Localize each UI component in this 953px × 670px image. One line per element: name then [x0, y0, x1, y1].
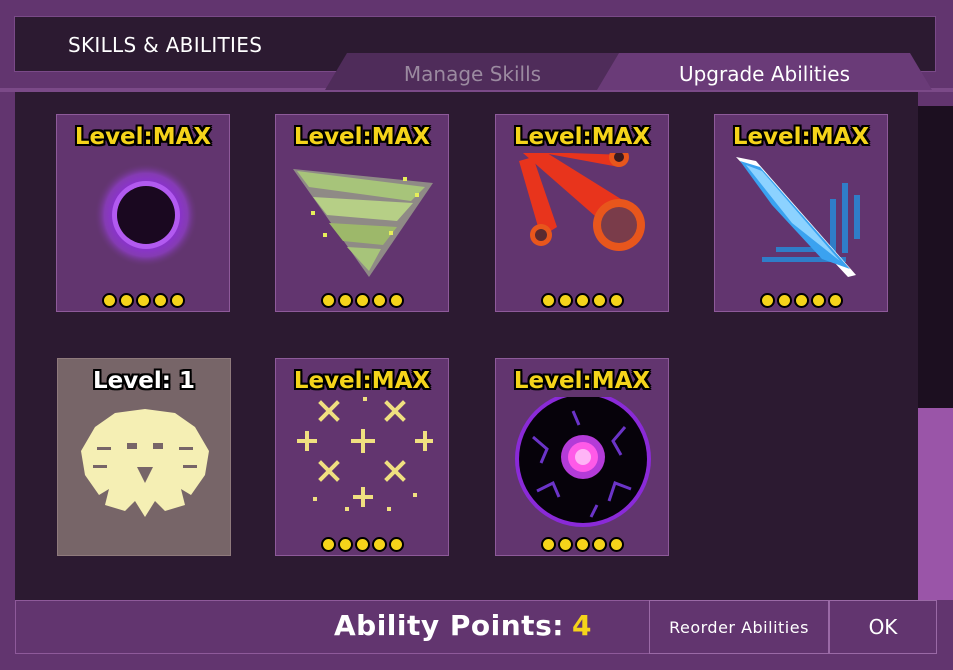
level-pip [574, 537, 590, 552]
ability-card-1[interactable]: Level:MAX [56, 114, 230, 312]
level-pip [354, 537, 370, 552]
tab-manage-skills[interactable]: Manage Skills [325, 53, 620, 90]
level-pip [135, 293, 151, 308]
screen-title: SKILLS & ABILITIES [68, 33, 263, 57]
level-pip [371, 293, 387, 308]
void-orb-icon [94, 163, 198, 267]
level-pip [371, 537, 387, 552]
level-pip [320, 293, 336, 308]
ability-level: Level:MAX [513, 124, 651, 150]
level-pip [354, 293, 370, 308]
skills-screen: SKILLS & ABILITIES Manage Skills Upgrade… [0, 0, 953, 670]
level-pip [557, 537, 573, 552]
ability-level: Level:MAX [513, 368, 651, 394]
meteor-icon [519, 153, 645, 251]
level-pip [574, 293, 590, 308]
level-pip [388, 293, 404, 308]
level-pip [337, 293, 353, 308]
ability-card-4[interactable]: Level:MAX [714, 114, 888, 312]
ability-points: Ability Points: 4 [334, 609, 592, 642]
whirlwind-icon [293, 169, 433, 277]
tab-upgrade-abilities[interactable]: Upgrade Abilities [597, 53, 932, 90]
ability-level: Level:MAX [293, 124, 431, 150]
level-pip [759, 293, 775, 308]
level-pips [57, 293, 229, 308]
dark-sphere-icon [515, 397, 651, 527]
level-pip [388, 537, 404, 552]
ability-level: Level:MAX [732, 124, 870, 150]
level-pip [793, 293, 809, 308]
level-pip [557, 293, 573, 308]
level-pip [101, 293, 117, 308]
reorder-abilities-button[interactable]: Reorder Abilities [649, 600, 829, 654]
level-pips [496, 537, 668, 552]
scrollbar-thumb[interactable] [918, 408, 953, 600]
level-pip [827, 293, 843, 308]
level-pips [276, 537, 448, 552]
level-pip [810, 293, 826, 308]
ability-card-6[interactable]: Level:MAX [275, 358, 449, 556]
ability-points-label: Ability Points: [334, 609, 564, 642]
level-pips [715, 293, 887, 308]
level-pip [776, 293, 792, 308]
sparkles-icon [297, 397, 433, 511]
level-pips [496, 293, 668, 308]
level-pip [608, 293, 624, 308]
ability-card-7[interactable]: Level:MAX [495, 358, 669, 556]
ability-level: Level:MAX [74, 124, 212, 150]
ability-card-5[interactable]: Level: 1 [57, 358, 231, 556]
level-pip [152, 293, 168, 308]
ability-level: Level: 1 [93, 368, 195, 394]
lion-head-icon [81, 409, 209, 517]
level-pip [540, 293, 556, 308]
level-pip [118, 293, 134, 308]
level-pip [608, 537, 624, 552]
ok-button[interactable]: OK [829, 600, 937, 654]
ice-spear-icon [736, 157, 860, 277]
ability-card-2[interactable]: Level:MAX [275, 114, 449, 312]
level-pip [591, 537, 607, 552]
ability-level: Level:MAX [293, 368, 431, 394]
level-pips [276, 293, 448, 308]
level-pip [320, 537, 336, 552]
level-pip [540, 537, 556, 552]
level-pip [169, 293, 185, 308]
ability-card-3[interactable]: Level:MAX [495, 114, 669, 312]
level-pip [591, 293, 607, 308]
level-pip [337, 537, 353, 552]
ability-points-value: 4 [571, 609, 592, 642]
